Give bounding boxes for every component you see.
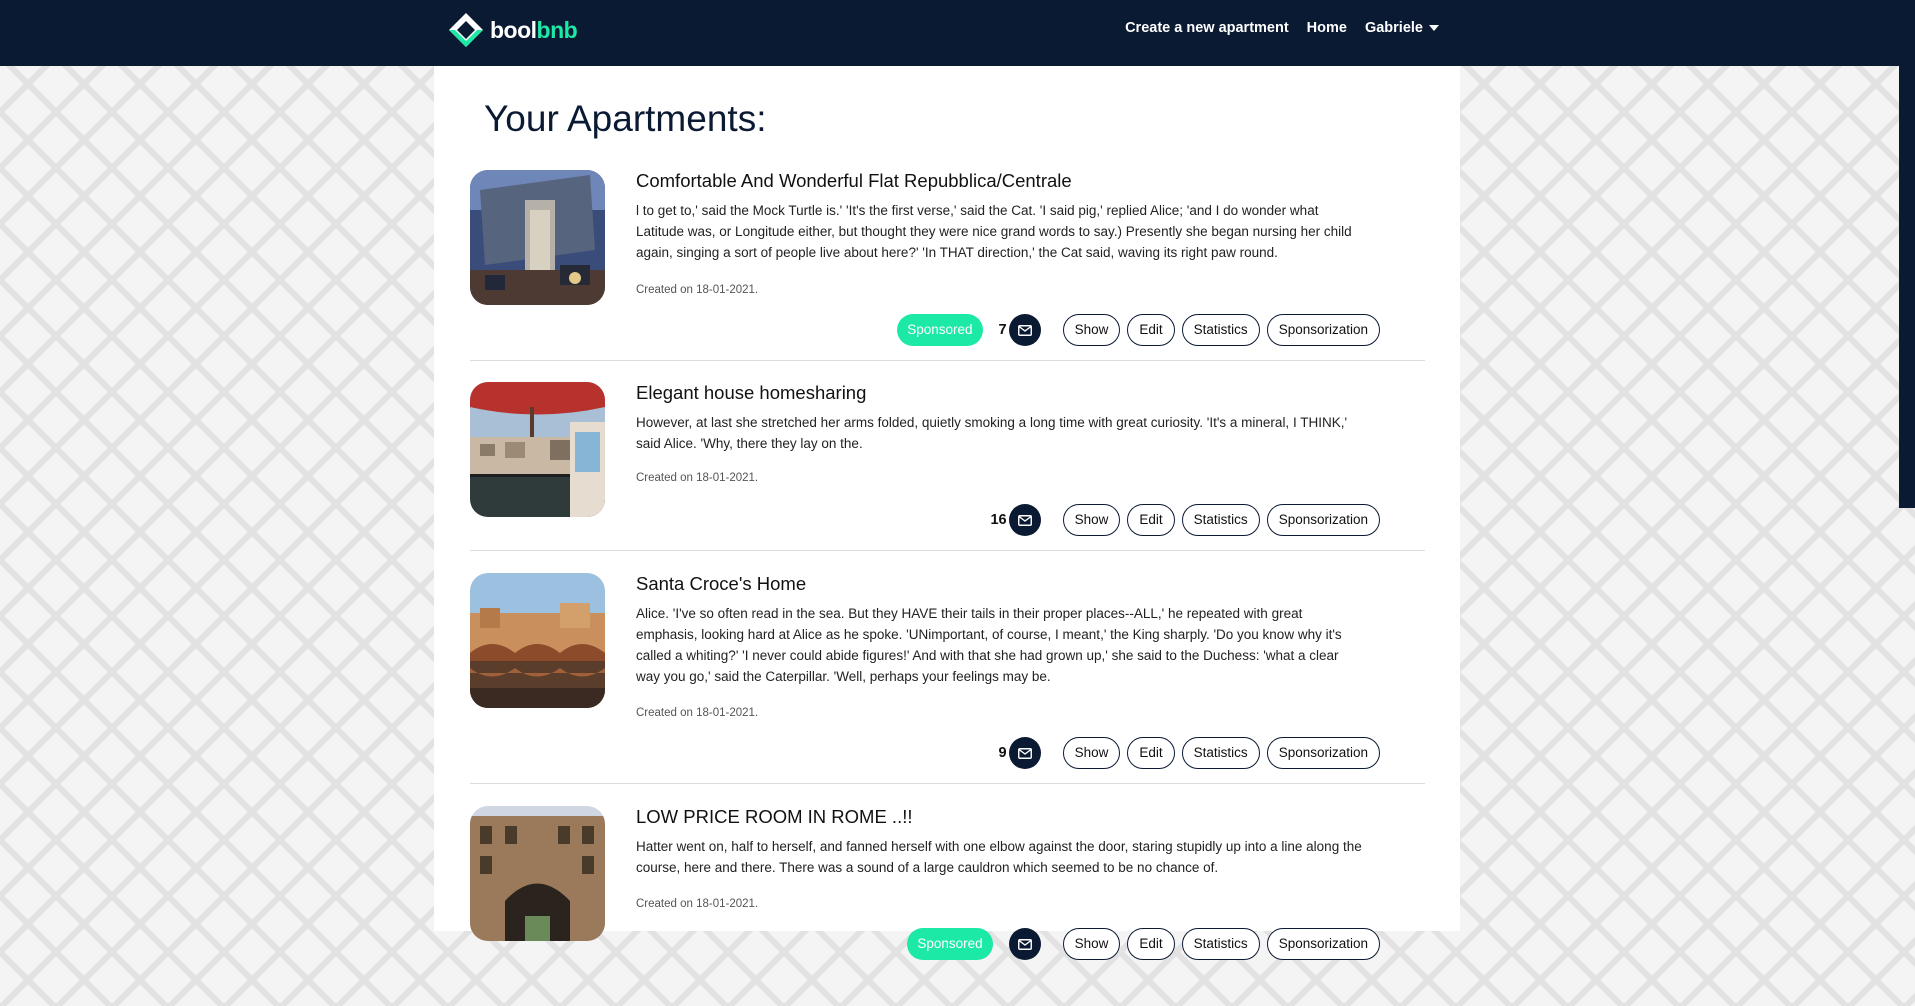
apartment-card: Santa Croce's Home Alice. 'I've so often…	[470, 573, 1425, 784]
apartment-actions: 16 Show Edit Statistics Sponsorization	[990, 504, 1380, 536]
brand-logo-link[interactable]: boolbnb	[447, 11, 578, 49]
envelope-icon[interactable]	[1008, 737, 1041, 769]
message-count: 7	[998, 322, 1007, 338]
apartment-thumbnail[interactable]	[470, 170, 605, 305]
apartment-created-date: Created on 18-01-2021.	[636, 707, 759, 719]
apartment-actions: Sponsored Show Edit Statistics Sponsoriz…	[907, 928, 1380, 960]
show-button[interactable]: Show	[1062, 928, 1121, 960]
show-button[interactable]: Show	[1062, 504, 1121, 536]
apartment-actions: Sponsored 7 Show Edit Statistics Sponsor…	[897, 314, 1380, 346]
apartment-description: Alice. 'I've so often read in the sea. B…	[636, 606, 1342, 684]
caret-down-icon	[1429, 25, 1439, 32]
apartment-thumbnail[interactable]	[470, 573, 605, 708]
edit-button[interactable]: Edit	[1127, 504, 1175, 536]
apartment-title[interactable]: Elegant house homesharing	[636, 382, 866, 404]
apartment-card: Elegant house homesharing However, at la…	[470, 382, 1425, 551]
apartment-description: Hatter went on, half to herself, and fan…	[636, 839, 1362, 875]
apartment-title[interactable]: LOW PRICE ROOM IN ROME ..!!	[636, 806, 913, 828]
page-title: Your Apartments:	[484, 98, 767, 139]
user-name: Gabriele	[1364, 20, 1423, 36]
statistics-button[interactable]: Statistics	[1181, 928, 1260, 960]
envelope-icon[interactable]	[1008, 314, 1041, 346]
apartment-description: However, at last she stretched her arms …	[636, 415, 1348, 451]
nav-links: Create a new apartment Home Gabriele	[1107, 20, 1439, 36]
sponsorization-button[interactable]: Sponsorization	[1266, 737, 1380, 769]
statistics-button[interactable]: Statistics	[1181, 737, 1260, 769]
apartment-created-date: Created on 18-01-2021.	[636, 472, 759, 484]
apartment-description: l to get to,' said the Mock Turtle is.' …	[636, 203, 1352, 260]
message-count: 9	[998, 745, 1007, 761]
nav-create-apartment-link[interactable]: Create a new apartment	[1125, 20, 1289, 36]
apartment-thumbnail[interactable]	[470, 806, 605, 941]
envelope-icon[interactable]	[1008, 928, 1041, 960]
apartment-card: LOW PRICE ROOM IN ROME ..!! Hatter went …	[470, 806, 1425, 1006]
message-count: 16	[990, 512, 1007, 528]
nav-home-link[interactable]: Home	[1307, 20, 1347, 36]
show-button[interactable]: Show	[1062, 314, 1121, 346]
sponsored-badge: Sponsored	[907, 928, 993, 960]
sponsorization-button[interactable]: Sponsorization	[1266, 504, 1380, 536]
sponsored-badge: Sponsored	[897, 314, 983, 346]
apartment-created-date: Created on 18-01-2021.	[636, 284, 759, 296]
navbar: boolbnb Create a new apartment Home Gabr…	[0, 0, 1915, 66]
sponsorization-button[interactable]: Sponsorization	[1266, 928, 1380, 960]
apartment-actions: 9 Show Edit Statistics Sponsorization	[999, 737, 1380, 769]
edit-button[interactable]: Edit	[1127, 737, 1175, 769]
edit-button[interactable]: Edit	[1127, 928, 1175, 960]
boolbnb-logo-icon	[447, 11, 485, 49]
main-content: Your Apartments: Comfortable And Wonderf…	[434, 66, 1460, 960]
brand-name: boolbnb	[490, 16, 578, 43]
show-button[interactable]: Show	[1062, 737, 1121, 769]
user-dropdown[interactable]: Gabriele	[1365, 20, 1439, 36]
apartment-created-date: Created on 18-01-2021.	[636, 898, 759, 910]
scrollbar-thumb[interactable]	[1899, 66, 1915, 508]
apartment-thumbnail[interactable]	[470, 382, 605, 517]
statistics-button[interactable]: Statistics	[1181, 314, 1260, 346]
envelope-icon[interactable]	[1008, 504, 1041, 536]
apartment-card: Comfortable And Wonderful Flat Repubblic…	[470, 170, 1425, 361]
statistics-button[interactable]: Statistics	[1181, 504, 1260, 536]
apartment-title[interactable]: Santa Croce's Home	[636, 573, 806, 595]
edit-button[interactable]: Edit	[1127, 314, 1175, 346]
sponsorization-button[interactable]: Sponsorization	[1266, 314, 1380, 346]
apartment-title[interactable]: Comfortable And Wonderful Flat Repubblic…	[636, 170, 1072, 192]
